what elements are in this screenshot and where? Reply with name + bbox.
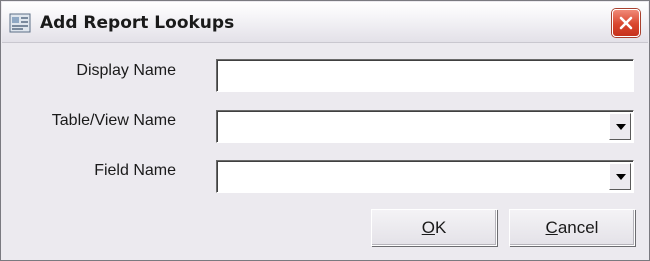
ok-label-rest: K	[434, 218, 447, 237]
cancel-label-rest: ancel	[557, 218, 599, 237]
title-bar[interactable]: Add Report Lookups	[2, 2, 648, 43]
dialog-title: Add Report Lookups	[40, 13, 235, 33]
chevron-down-icon	[616, 124, 626, 130]
table-view-name-label: Table/View Name	[51, 112, 176, 129]
close-icon	[619, 16, 633, 30]
display-name-label: Display Name	[76, 62, 176, 79]
field-name-dropdown-button[interactable]	[609, 163, 631, 190]
display-name-input[interactable]	[216, 59, 634, 92]
add-report-lookups-dialog: Add Report Lookups Display Name Table/Vi…	[0, 0, 650, 261]
cancel-mnemonic: C	[545, 218, 558, 237]
field-name-combo[interactable]	[216, 160, 634, 193]
ok-button[interactable]: OK	[371, 209, 497, 246]
ok-mnemonic: O	[421, 218, 435, 237]
close-button[interactable]	[612, 9, 640, 37]
table-view-name-combo[interactable]	[216, 110, 634, 143]
cancel-button[interactable]: Cancel	[509, 209, 635, 246]
field-name-label: Field Name	[94, 162, 176, 179]
app-icon	[9, 13, 31, 33]
table-view-name-dropdown-button[interactable]	[609, 113, 631, 140]
chevron-down-icon	[616, 174, 626, 180]
